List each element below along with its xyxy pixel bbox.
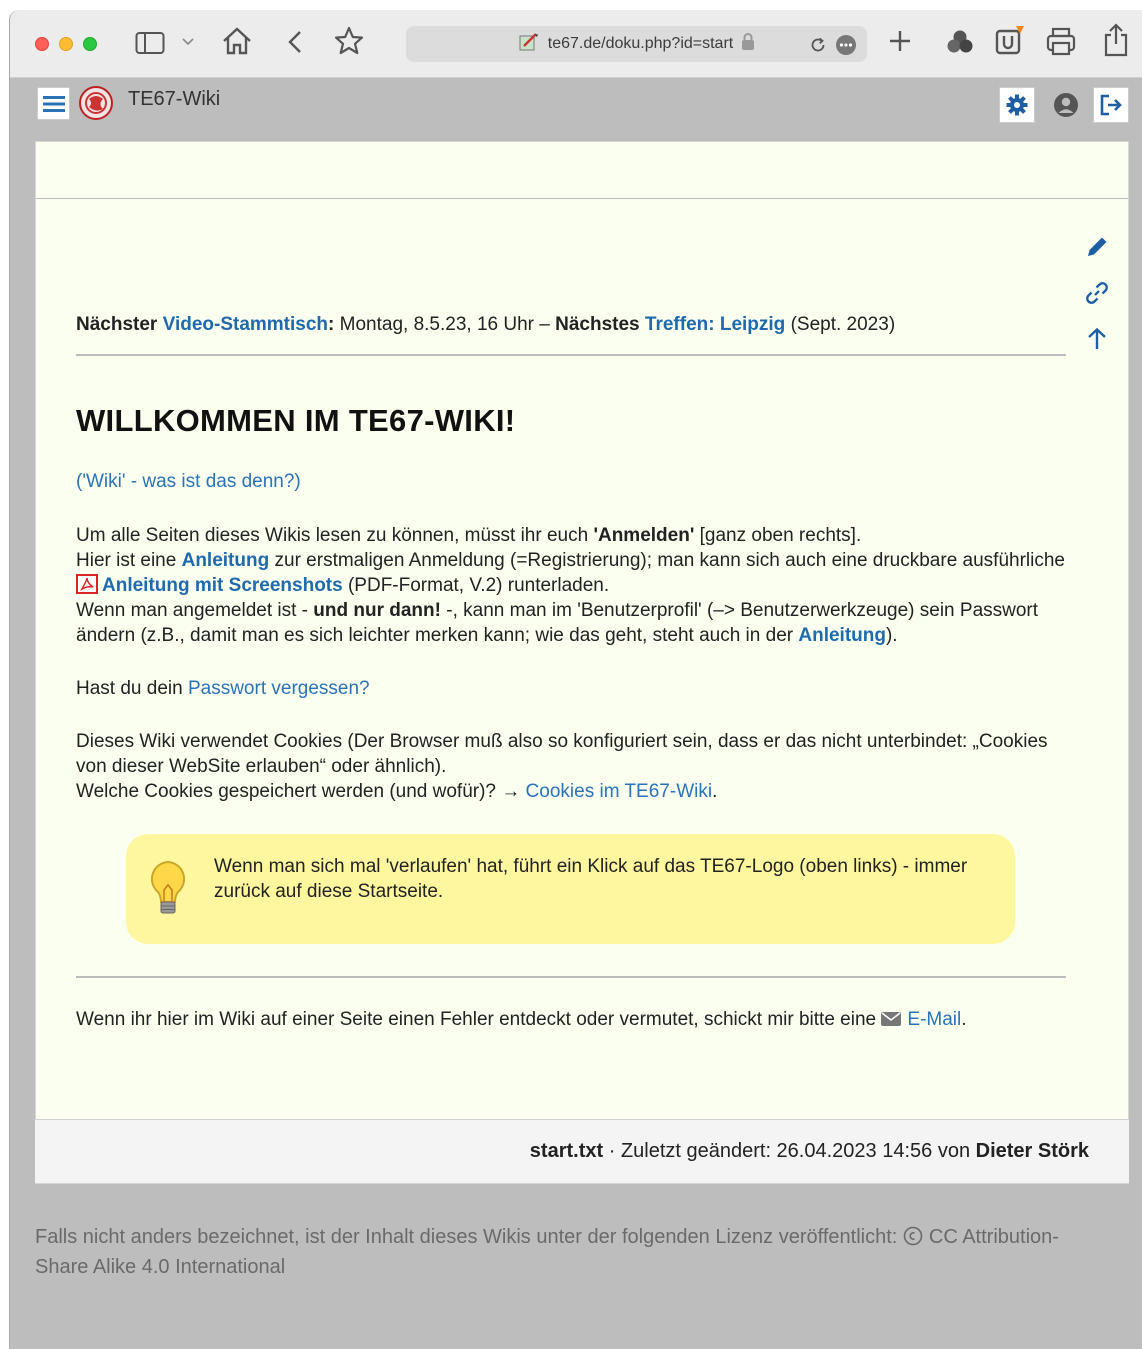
announcement-date: Montag, 8.5.23, 16 Uhr – [334,314,556,335]
tip-text: Wenn man sich mal 'verlaufen' hat, führt… [214,856,968,902]
text: Dieses Wiki verwendet Cookies (Der Brows… [76,731,1048,777]
wiki-info-paragraph: ('Wiki' - was ist das denn?) [76,469,1066,494]
print-icon[interactable] [1043,24,1079,58]
text: Welche Cookies gespeichert werden (und w… [76,781,526,802]
minimize-window-button[interactable] [59,37,73,51]
user-icon [1054,93,1078,117]
anleitung-link[interactable]: Anleitung [182,550,270,571]
back-to-top-arrow-icon[interactable] [1084,326,1110,352]
extension-icon[interactable] [944,27,976,57]
content-panel: Nächster Video-Stammtisch: Montag, 8.5.2… [35,141,1129,1184]
text: Wenn ihr hier im Wiki auf einer Seite ei… [76,1009,882,1030]
backlinks-link-icon[interactable] [1084,280,1110,306]
site-title[interactable]: TE67-Wiki [128,88,220,111]
text: Hier ist eine [76,550,182,571]
text: Um alle Seiten dieses Wikis lesen zu kön… [76,525,594,546]
email-link[interactable]: E-Mail [907,1009,961,1030]
back-icon[interactable] [280,26,310,58]
url-text: te67.de/doku.php?id=start [547,35,734,52]
text: (PDF-Format, V.2) runterladen. [342,575,610,596]
panel-divider [36,198,1128,199]
edit-page-pencil-icon[interactable] [1084,234,1110,260]
cookies-paragraph: Dieses Wiki verwendet Cookies (Der Brows… [76,729,1066,804]
license-text: Falls nicht anders bezeichnet, ist der I… [35,1226,903,1248]
password-paragraph: Hast du dein Passwort vergessen? [76,676,1066,701]
text: Hast du dein [76,678,188,699]
doc-modified-text: · Zuletzt geändert: 26.04.2023 14:56 von [603,1140,976,1162]
reload-icon[interactable] [809,36,827,59]
divider [76,354,1066,356]
doc-author: Dieter Störk [975,1140,1089,1162]
logout-icon [1100,94,1122,116]
menu-button[interactable] [37,87,70,120]
wiki-explanation-link[interactable]: ('Wiki' - was ist das denn?) [76,471,301,492]
close-window-button[interactable] [35,37,49,51]
text: [ganz oben rechts]. [694,525,862,546]
tip-box: Wenn man sich mal 'verlaufen' hat, führt… [126,834,1015,944]
lock-icon [741,32,755,56]
cookies-link[interactable]: Cookies im TE67-Wiki [526,781,713,802]
anleitung-link-2[interactable]: Anleitung [798,625,886,646]
announcement: Nächster Video-Stammtisch: Montag, 8.5.2… [76,312,1066,337]
site-favicon-icon [518,32,540,57]
announcement-date2: (Sept. 2023) [785,314,896,335]
bookmark-star-icon[interactable] [332,24,366,58]
announcement-next-label: Nächstes [555,314,640,335]
page-content: Nächster Video-Stammtisch: Montag, 8.5.2… [76,312,1066,1032]
text: zur erstmaligen Anmeldung (=Registrierun… [269,550,1066,571]
lightbulb-icon [148,860,188,918]
text: Wenn man angemeldet ist - [76,600,314,621]
new-tab-icon[interactable] [885,26,915,56]
address-bar[interactable]: te67.de/doku.php?id=start [406,26,867,62]
wiki-header: TE67-Wiki [10,79,1142,141]
ublock-extension-icon[interactable] [993,24,1027,58]
anmelden-bold-text: 'Anmelden' [593,525,695,546]
pdf-icon [76,574,98,594]
und-nur-dann-bold-text: und nur dann! [313,600,441,621]
home-icon[interactable] [220,24,254,58]
page-title: WILLKOMMEN IM TE67-WIKI! [76,403,516,438]
cc-license-icon [903,1226,923,1254]
browser-toolbar: te67.de/doku.php?id=start [10,10,1142,78]
browser-window: te67.de/doku.php?id=start TE67-Wiki Näch… [9,10,1142,1349]
chevron-down-icon[interactable] [180,34,196,50]
video-stammtisch-link[interactable]: Video-Stammtisch [163,314,328,335]
zoom-window-button[interactable] [83,37,97,51]
gear-icon [1006,94,1028,116]
admin-settings-button[interactable] [999,87,1035,123]
sidebar-icon[interactable] [134,29,166,57]
feedback-paragraph: Wenn ihr hier im Wiki auf einer Seite ei… [76,1007,1066,1032]
mail-icon [881,1012,902,1026]
te67-logo[interactable] [78,85,114,121]
hamburger-icon [42,95,65,112]
doc-filename: start.txt [529,1140,604,1162]
treffen-leipzig-link[interactable]: Treffen: Leipzig [645,314,785,335]
user-profile-button[interactable] [1048,87,1084,123]
text: . [961,1009,967,1030]
doc-info-bar: start.txt · Zuletzt geändert: 26.04.2023… [35,1119,1129,1183]
license-footer: Falls nicht anders bezeichnet, ist der I… [35,1224,1095,1281]
text: . [712,781,718,802]
doc-info: start.txt · Zuletzt geändert: 26.04.2023… [530,1140,1089,1163]
page-tools [1084,234,1110,352]
share-icon[interactable] [1100,22,1132,58]
more-options-icon[interactable] [835,34,857,61]
forgot-password-link[interactable]: Passwort vergessen? [188,678,370,699]
logout-button[interactable] [1093,87,1129,123]
announcement-label: Nächster [76,314,158,335]
pdf-anleitung-link[interactable]: Anleitung mit Screenshots [102,575,343,596]
divider [76,976,1066,978]
intro-paragraph: Um alle Seiten dieses Wikis lesen zu kön… [76,523,1066,648]
text: ). [885,625,898,646]
